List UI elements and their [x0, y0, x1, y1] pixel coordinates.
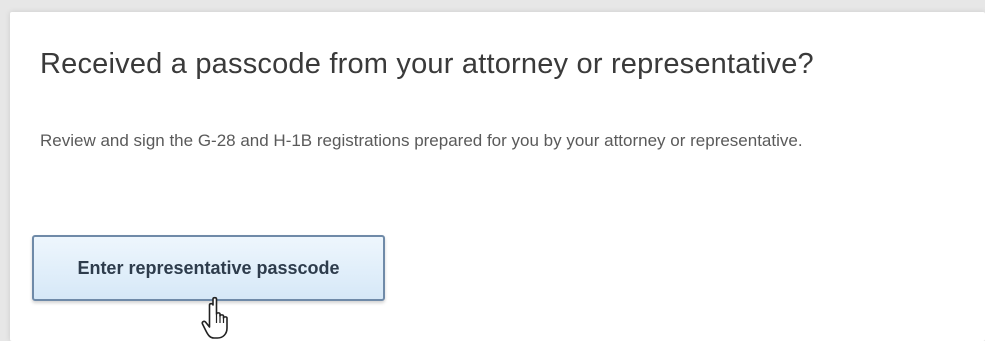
- panel-description: Review and sign the G-28 and H-1B regist…: [40, 131, 803, 150]
- enter-passcode-button[interactable]: Enter representative passcode: [32, 235, 385, 301]
- panel-title: Received a passcode from your attorney o…: [40, 48, 814, 80]
